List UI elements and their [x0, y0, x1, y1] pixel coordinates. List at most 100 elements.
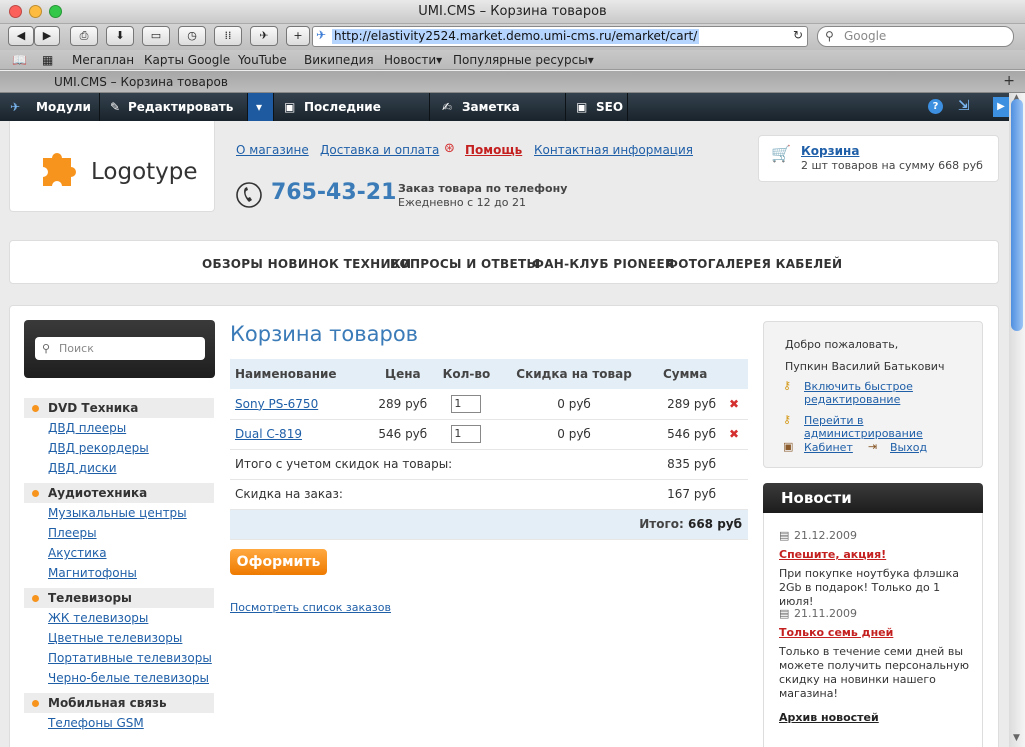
edit-dropdown-chevron-down-icon[interactable]: ▾ — [248, 93, 274, 121]
download-icon[interactable]: ⬇ — [106, 26, 134, 46]
news-date: 21.11.2009 — [794, 607, 857, 620]
minimize-window-button[interactable] — [29, 5, 42, 18]
checkout-button[interactable]: Оформить — [230, 549, 327, 575]
category-link[interactable]: ДВД рекордеры — [24, 438, 214, 458]
category-link[interactable]: ДВД плееры — [24, 418, 214, 438]
bookmark-item[interactable]: Популярные ресурсы▾ — [453, 50, 594, 70]
add-tab-button[interactable]: + — [1003, 73, 1015, 89]
umi-admin-bar: ✈ Модули ✎Редактировать (F2) ▾ ▣Последние… — [0, 93, 1009, 142]
delivery-link[interactable]: Доставка и оплата — [320, 143, 439, 157]
cart-link[interactable]: Корзина — [801, 144, 859, 158]
url-text: http://elastivity2524.market.demo.umi-cm… — [332, 29, 700, 44]
category-link[interactable]: Портативные телевизоры — [24, 648, 214, 668]
edit-button[interactable]: ✎Редактировать (F2) — [100, 93, 248, 142]
news-headline[interactable]: Спешите, акция! — [779, 548, 886, 561]
window-controls — [9, 5, 62, 18]
category-link[interactable]: ЖК телевизоры — [24, 608, 214, 628]
bookmark-add-icon[interactable]: ✈ — [250, 26, 278, 46]
delete-item-icon[interactable]: ✖ — [729, 397, 739, 411]
product-link[interactable]: Dual C-819 — [235, 427, 302, 441]
table-row: Dual C-819 546 руб 1 0 руб 546 руб ✖ — [230, 419, 748, 450]
category-link[interactable]: Акустика — [24, 543, 214, 563]
exit-icon[interactable]: ⇲ — [958, 98, 970, 114]
bookmark-item[interactable]: Новости▾ — [384, 50, 442, 70]
search-field[interactable]: ⚲ Google — [817, 26, 1014, 47]
admin-link[interactable]: Перейти в администрирование — [804, 414, 982, 440]
history-icon[interactable]: ◷ — [178, 26, 206, 46]
category-link[interactable]: Черно-белые телевизоры — [24, 668, 214, 688]
news-header: Новости — [763, 483, 983, 513]
help-link[interactable]: Помощь — [465, 143, 522, 157]
contact-link[interactable]: Контактная информация — [534, 143, 693, 157]
nav-item-reviews[interactable]: ОБЗОРЫ НОВИНОК ТЕХНИКИ — [202, 257, 411, 271]
col-discount: Скидка на товар — [497, 359, 651, 389]
category-link[interactable]: Музыкальные центры — [24, 503, 214, 523]
price-cell: 289 руб — [370, 389, 435, 420]
pencil-icon: ✎ — [110, 100, 121, 114]
search-input[interactable]: ⚲ Поиск — [35, 337, 205, 360]
note-button[interactable]: ✍Заметка (Shift+C) — [430, 93, 566, 142]
discount-cell: 0 руб — [497, 419, 651, 450]
print-icon[interactable]: ⎙ — [70, 26, 98, 46]
cart-widget[interactable]: 🛒 Корзина 2 шт товаров на сумму 668 руб — [758, 135, 999, 182]
category-link[interactable]: Магнитофоны — [24, 563, 214, 583]
quantity-input[interactable]: 1 — [451, 425, 482, 443]
main-nav: ОБЗОРЫ НОВИНОК ТЕХНИКИ ВОПРОСЫ И ОТВЕТЫ … — [9, 240, 999, 284]
about-shop-link[interactable]: О магазине — [236, 143, 309, 157]
category-title: Мобильная связь — [24, 693, 214, 713]
book-icon[interactable]: 📖 — [12, 50, 27, 70]
forward-button[interactable]: ▶ — [34, 26, 60, 46]
top-sites-icon[interactable]: ▦ — [42, 50, 53, 70]
col-sum: Сумма — [650, 359, 720, 389]
bookmark-item[interactable]: Википедия — [304, 50, 374, 70]
nav-item-faq[interactable]: ВОПРОСЫ И ОТВЕТЫ — [390, 257, 539, 271]
category-link[interactable]: ДВД диски — [24, 458, 214, 478]
category-link[interactable]: Цветные телевизоры — [24, 628, 214, 648]
new-tab-button[interactable]: + — [286, 26, 310, 46]
price-cell: 546 руб — [370, 419, 435, 450]
table-row: Sony PS-6750 289 руб 1 0 руб 289 руб ✖ — [230, 389, 748, 420]
news-archive-link[interactable]: Архив новостей — [779, 711, 879, 724]
modules-button[interactable]: ✈ Модули — [0, 93, 100, 121]
key-icon: ⚷ — [783, 379, 792, 392]
back-button[interactable]: ◀ — [8, 26, 34, 46]
search-block: ⚲ Поиск — [24, 320, 215, 378]
collapse-bar-button[interactable]: ▶ — [993, 97, 1009, 117]
nav-item-fanclub[interactable]: ФАН-КЛУБ PIONEER — [532, 257, 675, 271]
lifebuoy-icon: ⊛ — [444, 141, 455, 156]
reload-icon[interactable]: ↻ — [793, 28, 803, 42]
news-block: ▤ 21.12.2009 Спешите, акция! При покупке… — [763, 513, 983, 747]
recent-docs-button[interactable]: ▣Последние документы — [274, 93, 430, 142]
cabinet-link[interactable]: Кабинет — [804, 441, 853, 454]
bookmark-item[interactable]: YouTube — [238, 50, 287, 70]
close-window-button[interactable] — [9, 5, 22, 18]
address-bar[interactable]: ✈ http://elastivity2524.market.demo.umi-… — [312, 26, 808, 47]
order-phone-title: Заказ товара по телефону — [398, 182, 568, 195]
page-title: Корзина товаров — [230, 322, 419, 346]
orders-list-link[interactable]: Посмотреть список заказов — [230, 601, 391, 614]
vertical-scrollbar[interactable]: ▲ ▼ — [1009, 93, 1025, 747]
help-icon[interactable]: ? — [928, 99, 943, 114]
quantity-input[interactable]: 1 — [451, 394, 482, 413]
fast-edit-link[interactable]: Включить быстрое редактирование — [804, 380, 954, 406]
zoom-window-button[interactable] — [49, 5, 62, 18]
nav-item-gallery[interactable]: ФОТОГАЛЕРЕЯ КАБЕЛЕЙ — [666, 257, 842, 271]
category-link[interactable]: Телефоны GSM — [24, 713, 214, 733]
logout-link[interactable]: Выход — [890, 441, 927, 454]
scroll-down-icon[interactable]: ▼ — [1013, 733, 1020, 743]
seo-button[interactable]: ▣ SEO — [566, 93, 628, 121]
scrollbar-thumb[interactable] — [1011, 99, 1023, 331]
folder-icon: ▣ — [576, 100, 588, 114]
grid-icon[interactable]: ⁞⁞ — [214, 26, 242, 46]
reader-icon[interactable]: ▭ — [142, 26, 170, 46]
bookmark-item[interactable]: Карты Google — [144, 50, 230, 70]
delete-item-icon[interactable]: ✖ — [729, 427, 739, 441]
logo-block[interactable]: Logotype — [9, 121, 215, 212]
table-header-row: Наименование Цена Кол-во Скидка на товар… — [230, 359, 748, 389]
category-link[interactable]: Плееры — [24, 523, 214, 543]
tab-active[interactable]: UMI.CMS – Корзина товаров — [8, 71, 1008, 93]
product-link[interactable]: Sony PS-6750 — [235, 397, 318, 411]
bookmark-item[interactable]: Мегаплан — [72, 50, 134, 70]
col-name: Наименование — [230, 359, 371, 389]
news-headline[interactable]: Только семь дней — [779, 626, 893, 639]
